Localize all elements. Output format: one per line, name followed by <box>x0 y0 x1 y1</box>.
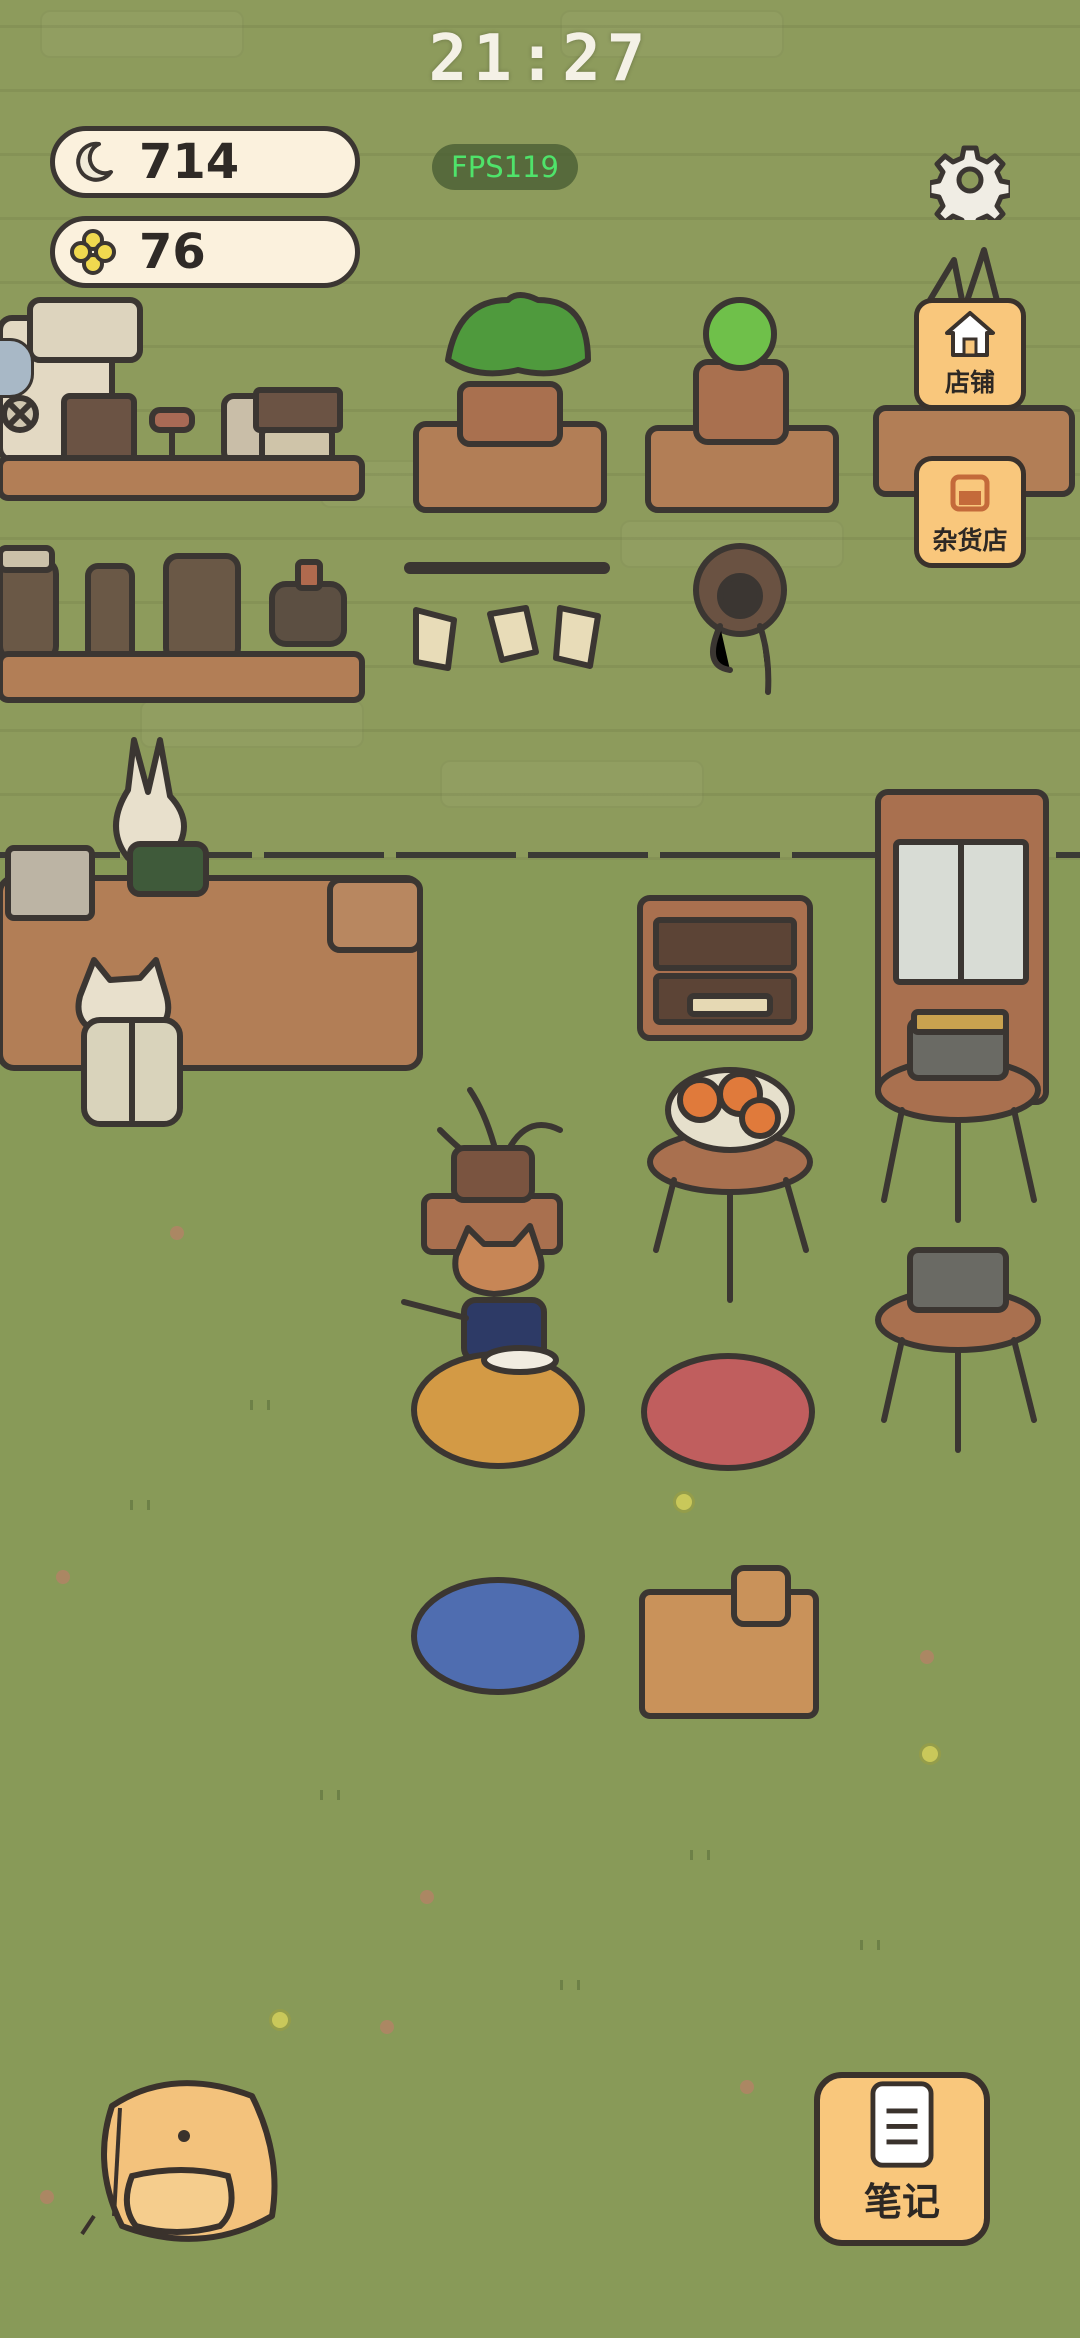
house-icon <box>945 311 995 357</box>
blue-cushion <box>411 1577 585 1695</box>
cup-rack <box>404 562 610 671</box>
grocery-button[interactable]: 杂货店 <box>914 456 1026 568</box>
woven-mat <box>639 1565 819 1719</box>
counter <box>0 845 423 1071</box>
shop-button[interactable]: 店铺 <box>914 298 1026 410</box>
notebook-icon <box>870 2081 934 2168</box>
cactus-pot <box>645 297 839 513</box>
fern-pot <box>413 292 607 513</box>
wall-ornament <box>693 543 787 695</box>
moon-icon <box>65 134 121 190</box>
book-stool-lower <box>875 1247 1041 1453</box>
rabbit-barista <box>113 737 209 897</box>
fruit-stool <box>647 1067 813 1303</box>
store-icon <box>950 474 990 512</box>
clover-currency-counter: 76 <box>50 216 360 288</box>
coffee-shelf <box>0 297 365 501</box>
gear-icon[interactable] <box>926 140 1014 233</box>
moon-currency-counter: 714 <box>50 126 360 198</box>
red-cushion <box>641 1353 815 1471</box>
grocery-label: 杂货店 <box>932 526 1008 555</box>
yellow-cushion <box>411 1345 585 1469</box>
game-clock: 21:27 <box>428 22 652 96</box>
notes-button[interactable]: 笔记 <box>814 2072 990 2246</box>
clover-icon <box>65 224 121 280</box>
small-cabinet <box>637 895 813 1041</box>
clover-currency-value: 76 <box>139 224 206 280</box>
jar-shelf <box>0 545 365 703</box>
moon-currency-value: 714 <box>139 134 240 190</box>
cat-clerk <box>75 957 183 1127</box>
plant-stand <box>421 1087 563 1255</box>
notes-label: 笔记 <box>863 2180 940 2224</box>
fps-counter: FPS119 <box>432 144 578 190</box>
backpack-icon[interactable] <box>72 2066 282 2256</box>
shop-label: 店铺 <box>944 368 995 397</box>
